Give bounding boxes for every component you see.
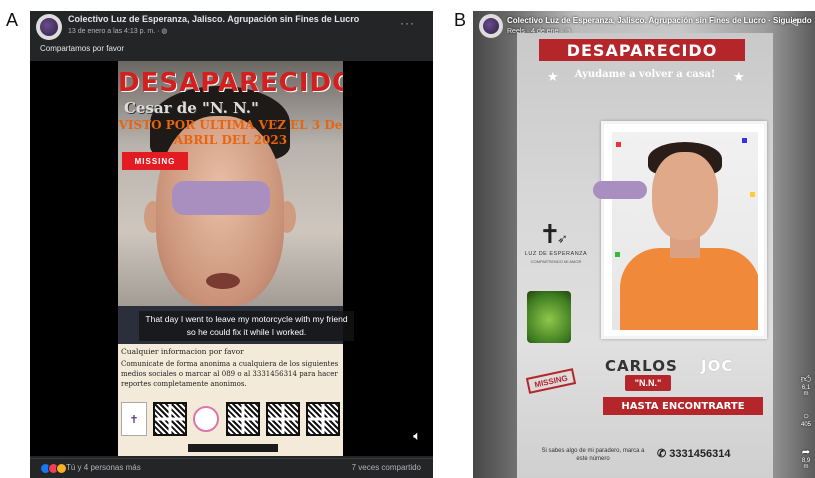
face-blur	[172, 181, 270, 215]
flyer-info-heading: Cualquier informacion por favor	[121, 347, 244, 356]
more-options-icon[interactable]: ···	[400, 16, 415, 30]
page-name[interactable]: Colectivo Luz de Esperanza, Jalisco. Agr…	[68, 14, 359, 24]
luz-de-esperanza-logo: ✝ ➶ LUZ DE ESPERANZA COMPARTIENDO MI AMO…	[524, 219, 588, 264]
missing-stamp: MISSING	[525, 368, 577, 394]
page-avatar[interactable]	[36, 14, 62, 40]
facebook-reel-b: Colectivo Luz de Esperanza, Jalisco. Agr…	[473, 11, 815, 478]
person-surname-faded: JOC	[701, 357, 734, 375]
page-name[interactable]: Colectivo Luz de Esperanza, Jalisco. Agr…	[507, 16, 812, 25]
reaction-icons[interactable]	[40, 463, 67, 474]
phone-icon: ✆	[657, 448, 670, 460]
like-button[interactable]: 👍︎ 6,1 m	[799, 373, 813, 397]
speaker-icon[interactable]: 🔈︎	[413, 428, 421, 444]
post-meta: 13 de enero a las 4:13 p. m. · ◍	[68, 28, 168, 35]
missing-flyer: DESAPARECIDO ★ Ayudame a volver a casa! …	[517, 33, 773, 478]
face-blur	[593, 181, 647, 199]
thumbs-up-icon: 👍︎	[800, 374, 812, 385]
panel-label-a: A	[6, 10, 19, 30]
missing-badge: MISSING	[122, 152, 188, 170]
post-caption: Compartamos por favor	[40, 44, 125, 53]
round-logo-icon	[193, 406, 220, 432]
cross-logo-icon: ✝	[121, 402, 147, 436]
reactions-count[interactable]: Tú y 4 personas más	[66, 463, 141, 472]
post-footer: Tú y 4 personas más 7 veces compartido	[30, 458, 433, 478]
share-button[interactable]: ➦ 8,9 m	[799, 447, 813, 470]
video-subtitle: That day I went to leave my motorcycle w…	[139, 311, 354, 341]
qr-code-icon	[153, 402, 188, 436]
qr-code-icon	[265, 402, 300, 436]
facebook-post-a: Colectivo Luz de Esperanza, Jalisco. Agr…	[30, 11, 433, 478]
person-name: CARLOS	[605, 357, 678, 375]
missing-flyer: DESAPARECIDO Cesar de "N. N." VISTO POR …	[118, 61, 343, 456]
share-icon: ➦	[801, 447, 811, 458]
comment-icon: ○	[802, 411, 810, 422]
star-icon: ★	[733, 69, 745, 84]
sound-icon[interactable]: ◁·	[790, 17, 801, 28]
flyer-footer-strip	[188, 444, 278, 452]
qr-code-icon	[305, 402, 340, 436]
flyer-name: Cesar de "N. N."	[124, 99, 259, 117]
flyer-info-body: Comunicate de forma anonima a cualquiera…	[121, 360, 339, 388]
panel-label-b: B	[454, 10, 467, 30]
hasta-encontrarte-banner: HASTA ENCONTRARTE	[603, 397, 763, 415]
shares-count[interactable]: 7 veces compartido	[352, 463, 421, 472]
post-video[interactable]: DESAPARECIDO Cesar de "N. N." VISTO POR …	[30, 61, 433, 456]
globe-icon: ◍	[161, 28, 168, 35]
apple-image	[527, 291, 571, 343]
missing-person-photo	[601, 121, 767, 339]
flyer-title: DESAPARECIDO	[118, 68, 343, 98]
person-nn: "N.N."	[625, 375, 671, 391]
comment-button[interactable]: ○ 405	[799, 411, 813, 428]
page-avatar[interactable]	[479, 14, 503, 38]
qr-code-icon	[225, 402, 260, 436]
contact-qr-row: ✝	[121, 398, 340, 440]
flyer-title: DESAPARECIDO	[529, 39, 755, 65]
phone-number: ✆ 3331456314	[657, 448, 731, 460]
hummingbird-icon: ➶	[557, 231, 568, 246]
phone-prompt: Si sabes algo de mi paradero, marca a es…	[541, 448, 645, 462]
post-header: Colectivo Luz de Esperanza, Jalisco. Agr…	[30, 11, 433, 65]
flyer-last-seen: VISTO POR ULTIMA VEZ EL 3 De ABRIL DEL 2…	[118, 118, 343, 147]
